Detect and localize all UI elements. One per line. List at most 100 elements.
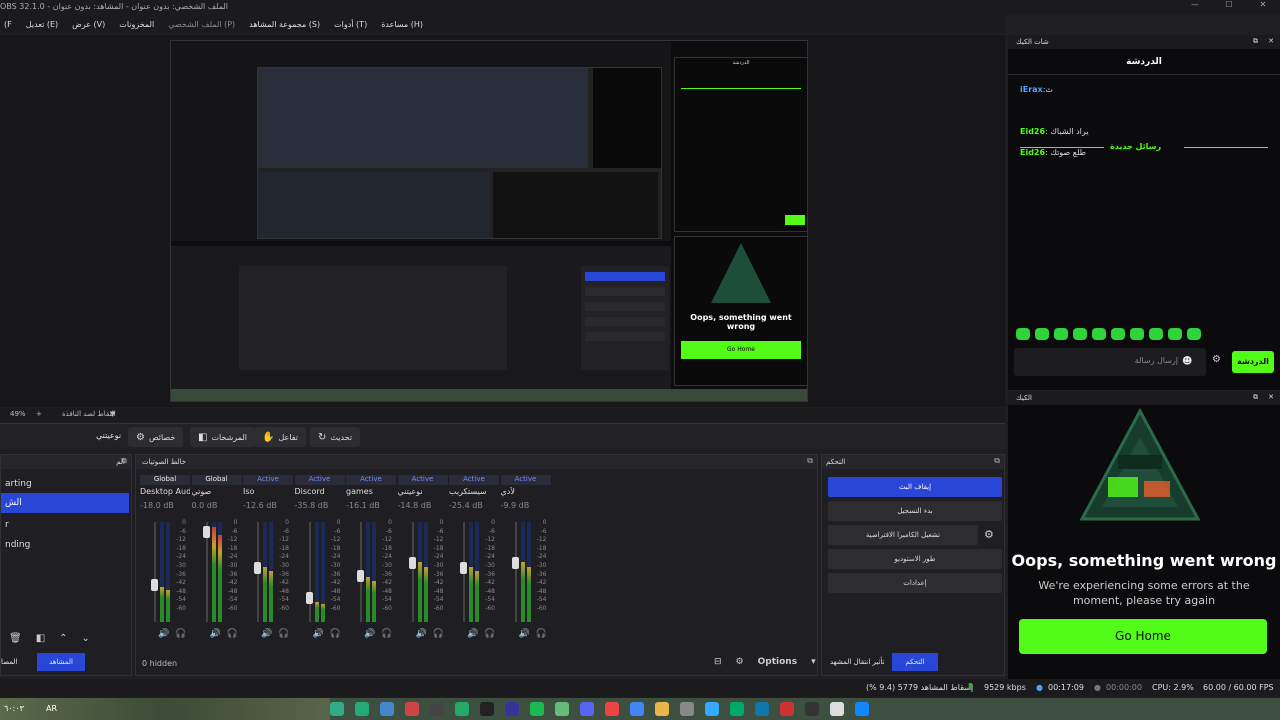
- channel-name[interactable]: Iso: [243, 487, 293, 501]
- headphones-icon[interactable]: 🎧: [381, 629, 392, 639]
- app-icon[interactable]: [555, 702, 569, 716]
- settings-button[interactable]: إعدادات: [828, 573, 1002, 593]
- volume-slider-knob[interactable]: [357, 570, 364, 583]
- volume-slider[interactable]: [408, 522, 416, 622]
- menu-item[interactable]: أدوات (T): [334, 20, 367, 29]
- close-icon[interactable]: ✕: [1268, 37, 1274, 45]
- menu-item[interactable]: عرض (V): [72, 20, 105, 29]
- speaker-icon[interactable]: 🔊: [467, 629, 478, 639]
- menu-item[interactable]: المخزونات: [119, 20, 154, 29]
- emote-icon[interactable]: [1054, 328, 1068, 340]
- filters-button[interactable]: ◧ المرشحات: [190, 427, 255, 447]
- channel-name[interactable]: نوعيتني: [398, 487, 448, 501]
- tab-controls[interactable]: التحكم: [892, 653, 938, 671]
- options-menu[interactable]: Options: [758, 657, 797, 667]
- emote-icon[interactable]: [1130, 328, 1144, 340]
- gear-icon[interactable]: ⚙: [1212, 354, 1221, 365]
- tab-sources[interactable]: المصا: [1, 658, 17, 666]
- volume-slider-knob[interactable]: [151, 579, 158, 592]
- spotify-icon[interactable]: [530, 702, 544, 716]
- go-home-button[interactable]: Go Home: [1019, 619, 1267, 654]
- undock-icon[interactable]: ⧉: [807, 456, 813, 466]
- speaker-icon[interactable]: 🔊: [416, 629, 427, 639]
- volume-slider[interactable]: [357, 522, 364, 622]
- emote-icon[interactable]: [1073, 328, 1087, 340]
- maximize-icon[interactable]: ☐: [1212, 0, 1246, 9]
- headphones-icon[interactable]: 🎧: [330, 629, 341, 639]
- volume-slider-knob[interactable]: [408, 557, 416, 570]
- channel-name[interactable]: سيستكريب: [449, 487, 499, 501]
- move-up-icon[interactable]: ⌃: [59, 633, 67, 644]
- minimize-icon[interactable]: —: [1178, 0, 1212, 9]
- app-icon[interactable]: [830, 702, 844, 716]
- app-icon[interactable]: [330, 702, 344, 716]
- headphones-icon[interactable]: 🎧: [536, 629, 547, 639]
- emote-icon[interactable]: [1016, 328, 1030, 340]
- app-icon[interactable]: [505, 702, 519, 716]
- volume-slider[interactable]: [305, 522, 313, 622]
- start-recording-button[interactable]: بدء التسجيل: [828, 501, 1002, 521]
- terminal-icon[interactable]: [480, 702, 494, 716]
- refresh-button[interactable]: ↻ تحديث: [310, 427, 361, 447]
- app-icon[interactable]: [380, 702, 394, 716]
- menu-item[interactable]: (F: [4, 20, 12, 29]
- obs-icon[interactable]: [805, 702, 819, 716]
- emote-icon[interactable]: [1187, 328, 1201, 340]
- chevron-down-icon[interactable]: ▾: [811, 657, 816, 667]
- channel-name[interactable]: لأدي: [501, 487, 551, 501]
- menu-item[interactable]: تعديل (E): [26, 20, 58, 29]
- volume-slider[interactable]: [511, 522, 519, 622]
- language-indicator[interactable]: AR: [46, 704, 57, 713]
- speaker-icon[interactable]: 🔊: [519, 629, 530, 639]
- volume-slider[interactable]: [202, 522, 210, 622]
- undock-icon[interactable]: ⧉: [121, 456, 127, 466]
- app-icon[interactable]: [430, 702, 444, 716]
- emote-icon[interactable]: [1149, 328, 1163, 340]
- layout-icon[interactable]: ⊟: [714, 657, 722, 667]
- trash-icon[interactable]: 🗑: [9, 633, 22, 644]
- volume-slider-knob[interactable]: [202, 526, 210, 539]
- volume-slider-knob[interactable]: [460, 561, 467, 574]
- menu-item[interactable]: الملف الشخصي (P): [168, 20, 235, 29]
- xbox-icon[interactable]: [455, 702, 469, 716]
- edge-icon[interactable]: [755, 702, 769, 716]
- properties-button[interactable]: ⚙ خصائص: [128, 427, 184, 447]
- settings-icon[interactable]: ⚙: [736, 657, 744, 667]
- discord-icon[interactable]: [580, 702, 594, 716]
- clock[interactable]: ٦٠:٠٣: [4, 704, 24, 713]
- emote-icon[interactable]: [1092, 328, 1106, 340]
- zoom-level[interactable]: 49%: [10, 410, 26, 418]
- folder-icon[interactable]: [655, 702, 669, 716]
- headphones-icon[interactable]: 🎧: [484, 629, 495, 639]
- speaker-icon[interactable]: 🔊: [364, 629, 375, 639]
- undock-icon[interactable]: ⧉: [1253, 393, 1258, 402]
- app-icon[interactable]: [355, 702, 369, 716]
- virtual-camera-button[interactable]: تشغيل الكاميرا الافتراضية: [828, 525, 978, 545]
- channel-name[interactable]: Discord: [295, 487, 345, 501]
- interact-button[interactable]: ✋ تفاعل: [254, 427, 306, 447]
- move-down-icon[interactable]: ⌄: [82, 633, 90, 644]
- volume-slider[interactable]: [254, 522, 261, 622]
- studio-mode-button[interactable]: طور الاستوديو: [828, 549, 1002, 569]
- volume-slider-knob[interactable]: [254, 561, 261, 574]
- windows-start-icon[interactable]: [855, 702, 869, 716]
- speaker-icon[interactable]: 🔊: [210, 629, 221, 639]
- emote-icon[interactable]: [1111, 328, 1125, 340]
- app-icon[interactable]: [730, 702, 744, 716]
- emote-icon[interactable]: [1168, 328, 1182, 340]
- speaker-icon[interactable]: 🔊: [313, 629, 324, 639]
- channel-name[interactable]: Desktop Audio: [140, 487, 190, 501]
- undock-icon[interactable]: ⧉: [994, 456, 1000, 466]
- chrome-icon[interactable]: [630, 702, 644, 716]
- emoji-icon[interactable]: ☻: [1182, 356, 1192, 367]
- scene-item[interactable]: arting: [1, 474, 129, 494]
- send-button[interactable]: الدردشة: [1232, 351, 1274, 373]
- channel-name[interactable]: صوتي: [192, 487, 242, 501]
- volume-slider[interactable]: [460, 522, 467, 622]
- volume-slider[interactable]: [151, 522, 158, 622]
- scene-item[interactable]: nding: [1, 535, 129, 555]
- app-icon[interactable]: [405, 702, 419, 716]
- gear-icon[interactable]: ⚙: [984, 528, 994, 541]
- channel-name[interactable]: games: [346, 487, 396, 501]
- headphones-icon[interactable]: 🎧: [433, 629, 444, 639]
